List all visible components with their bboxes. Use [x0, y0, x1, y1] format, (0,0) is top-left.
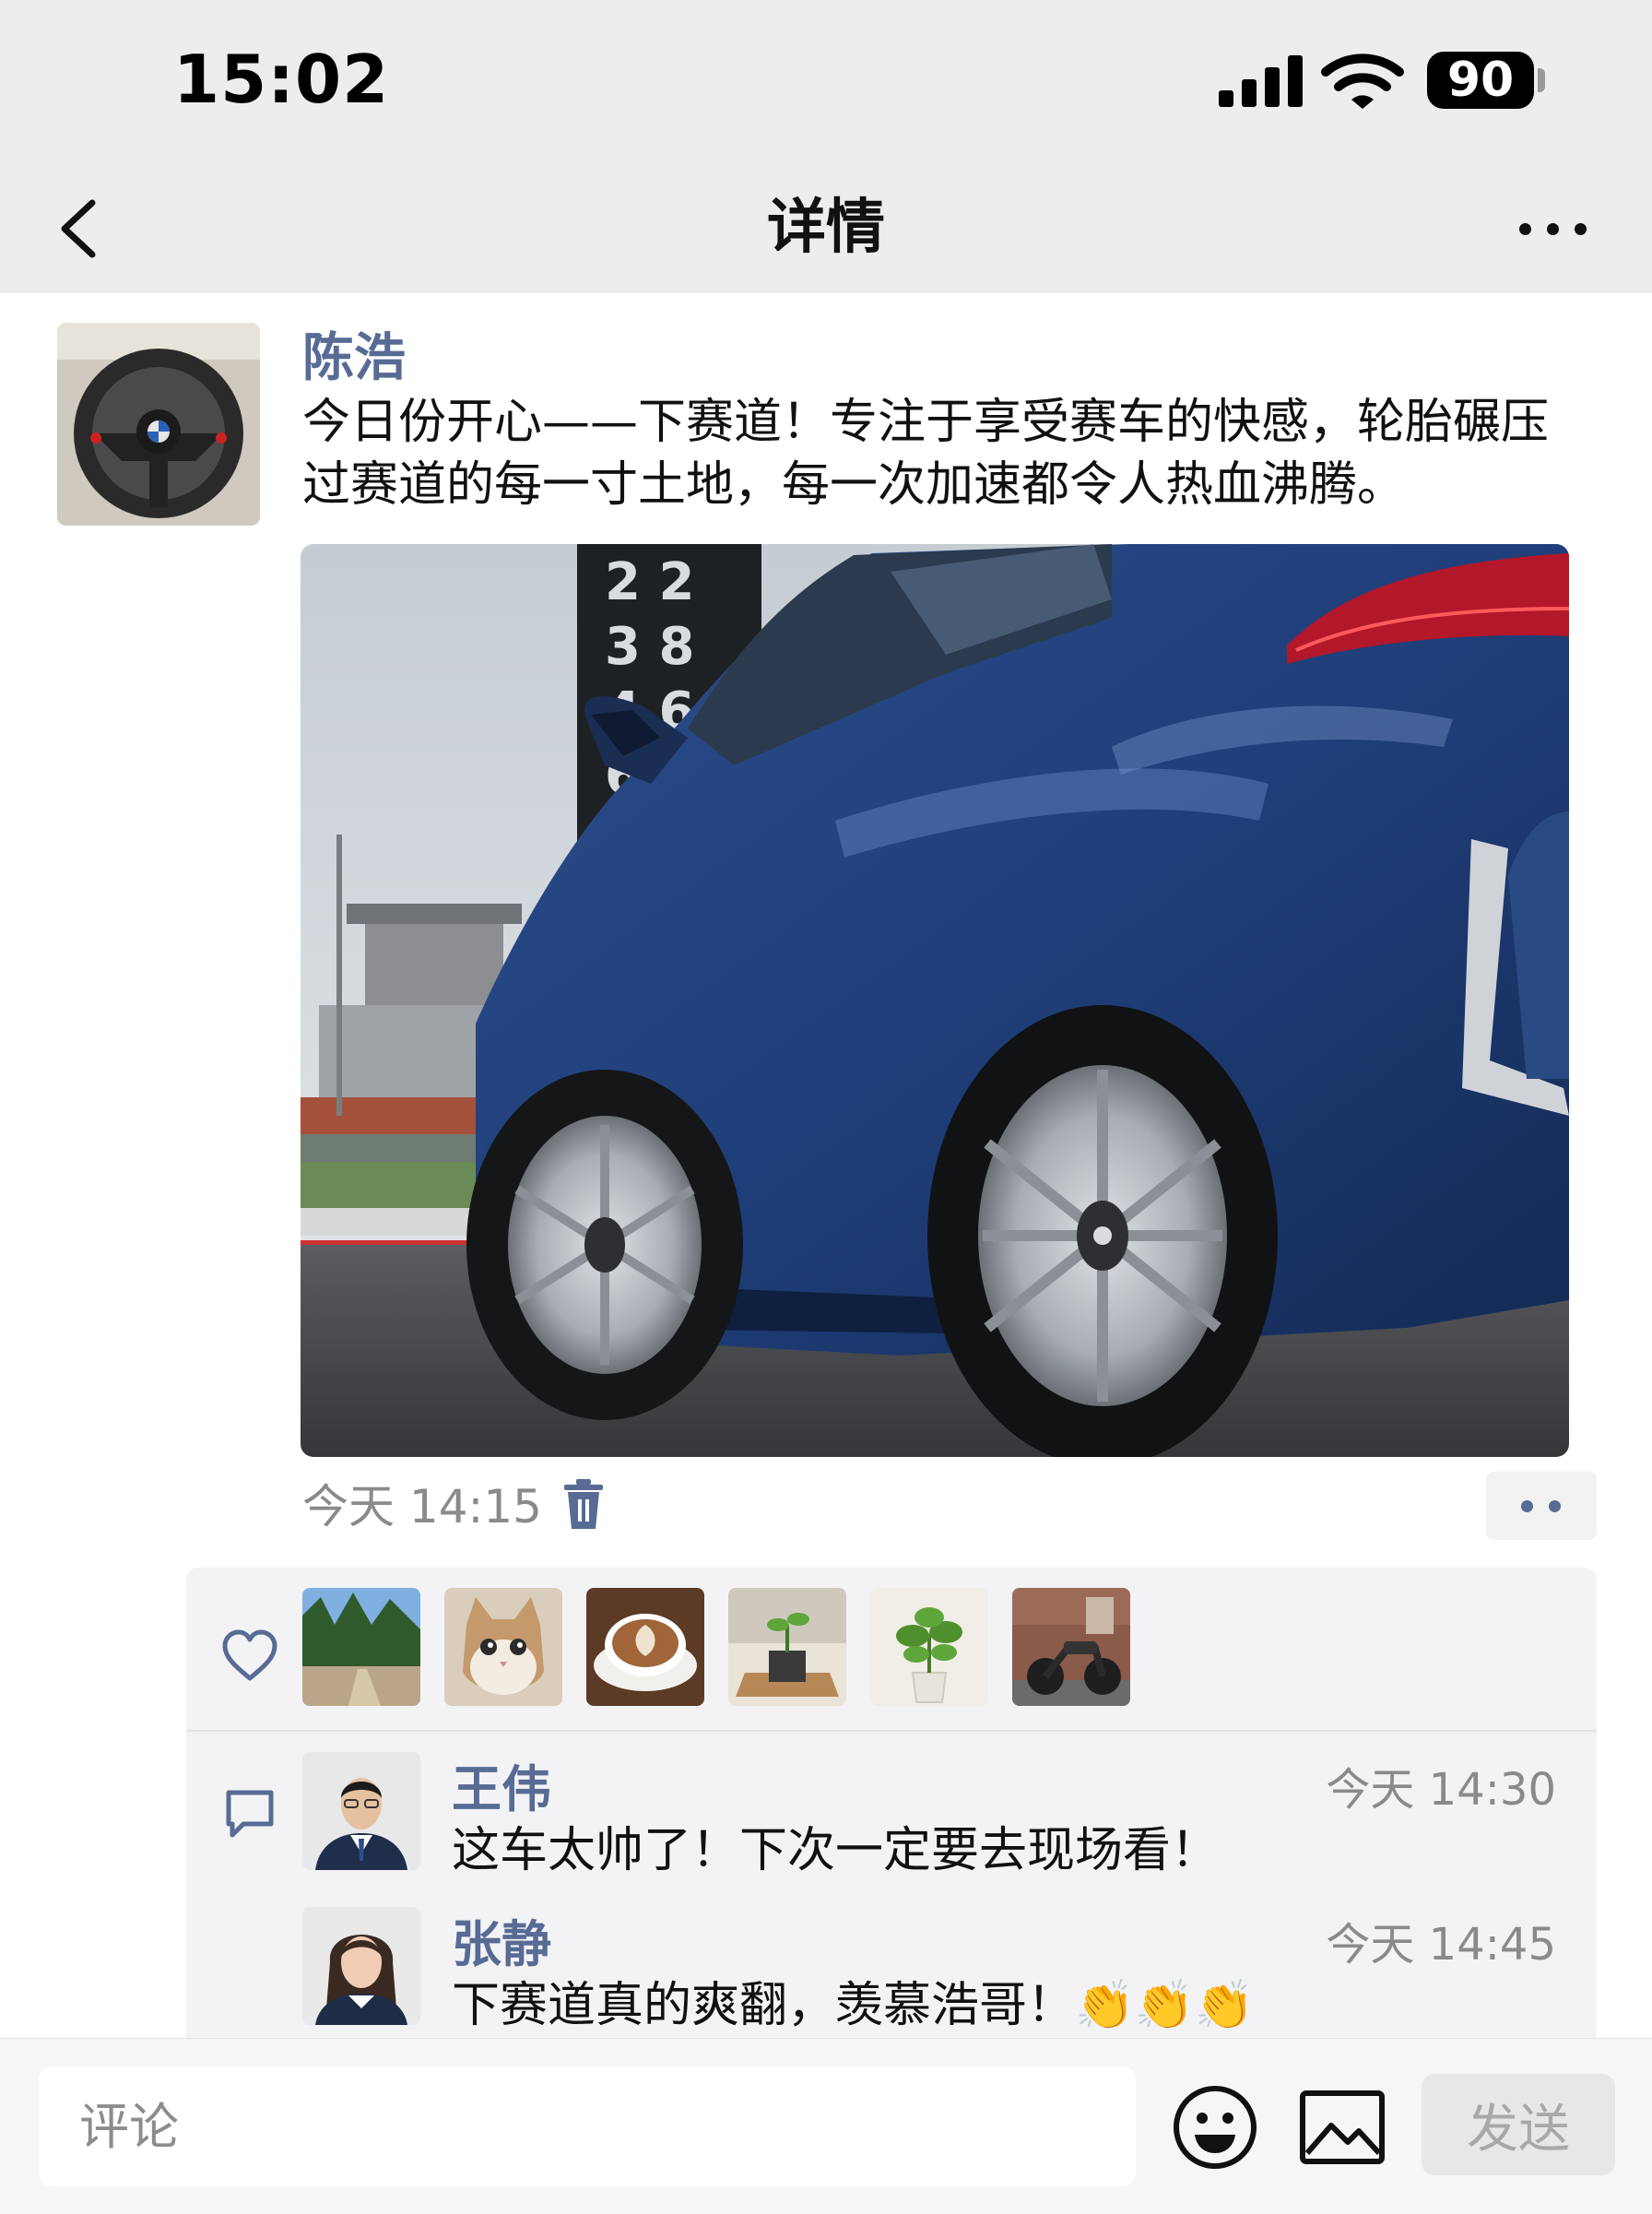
battery-tip	[1538, 68, 1545, 92]
emoji-icon[interactable]	[1171, 2083, 1259, 2172]
potted-plant-picture	[870, 1588, 988, 1706]
comment-text: 下赛道真的爽翻，羡慕浩哥！👏👏👏	[452, 1978, 1255, 2033]
author-name[interactable]: 陈浩	[302, 325, 406, 393]
comment-timestamp: 今天 14:30	[1326, 1764, 1556, 1816]
liker-avatar[interactable]	[444, 1588, 562, 1706]
liker-avatar[interactable]	[586, 1588, 704, 1706]
comment-timestamp: 今天 14:45	[1326, 1919, 1556, 1971]
commenter-avatar[interactable]	[302, 1907, 420, 2025]
battery-indicator: 90	[1427, 52, 1534, 109]
forest-path-picture	[302, 1588, 420, 1706]
more-dot	[1547, 223, 1559, 235]
status-bar: 15:02 90	[0, 0, 1652, 166]
motorcycle-picture	[1012, 1588, 1130, 1706]
send-button[interactable]: 发送	[1422, 2074, 1615, 2175]
status-time: 15:02	[173, 41, 390, 118]
like-comment-menu-button[interactable]	[1486, 1472, 1597, 1540]
menu-dot	[1549, 1500, 1561, 1512]
comment-text: 这车太帅了！下次一定要去现场看！	[452, 1823, 1220, 1878]
post-text: 今日份开心——下赛道！专注于享受赛车的快感，轮胎碾压过赛道的每一寸土地，每一次加…	[302, 395, 1550, 513]
woman-portrait-picture	[302, 1907, 420, 2025]
cat-picture	[444, 1588, 562, 1706]
comment-input[interactable]	[39, 2066, 1136, 2186]
comment-input-bar: 发送	[0, 2038, 1652, 2214]
liker-avatar[interactable]	[870, 1588, 988, 1706]
interaction-panel: 王伟 今天 14:30 这车太帅了！下次一定要去现场看！ 张静 今天 14:45…	[186, 1568, 1597, 2047]
scoreboard-digits: 3 8	[605, 617, 694, 677]
more-dot	[1575, 223, 1587, 235]
liker-avatar[interactable]	[1012, 1588, 1130, 1706]
page-title: 详情	[767, 194, 885, 262]
back-icon[interactable]	[48, 186, 122, 269]
cellular-signal-icon	[1219, 55, 1303, 107]
steering-wheel-picture	[57, 323, 260, 526]
post-timestamp: 今天 14:15	[302, 1480, 542, 1533]
heart-icon	[222, 1629, 277, 1681]
nav-bar: 详情	[0, 166, 1652, 292]
commenter-name[interactable]: 张静	[452, 1914, 551, 1975]
scoreboard-digits: 2 2	[605, 552, 694, 612]
author-avatar[interactable]	[57, 323, 260, 526]
more-options-button[interactable]	[1512, 197, 1595, 258]
potted-sprout-picture	[728, 1588, 846, 1706]
liker-avatar[interactable]	[728, 1588, 846, 1706]
latte-coffee-picture	[586, 1588, 704, 1706]
commenter-name[interactable]: 王伟	[452, 1759, 551, 1820]
wifi-icon	[1321, 53, 1404, 109]
man-portrait-picture	[302, 1752, 420, 1870]
more-dot	[1519, 223, 1531, 235]
comment-icon	[226, 1790, 274, 1838]
commenter-avatar[interactable]	[302, 1752, 420, 1870]
trash-icon[interactable]	[560, 1477, 607, 1533]
car-on-racetrack-picture: 2 2 3 8 4 6 6 5 7	[301, 544, 1569, 1457]
panel-divider	[186, 1730, 1597, 1732]
post-photo[interactable]: 2 2 3 8 4 6 6 5 7	[301, 544, 1569, 1457]
image-icon[interactable]	[1298, 2089, 1386, 2166]
menu-dot	[1521, 1500, 1533, 1512]
liker-avatar[interactable]	[302, 1588, 420, 1706]
